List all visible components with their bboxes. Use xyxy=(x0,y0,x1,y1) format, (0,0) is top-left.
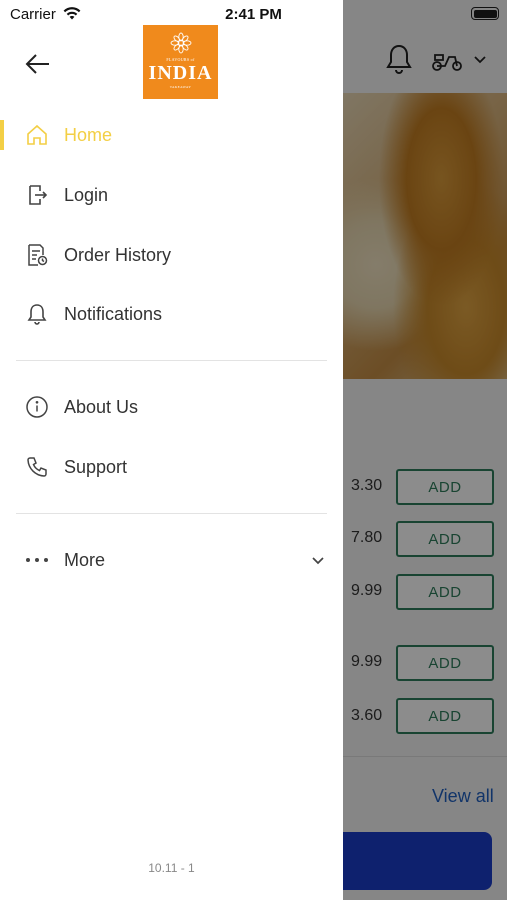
menu-item-more[interactable]: More xyxy=(0,535,343,585)
menu-item-notifications[interactable]: Notifications xyxy=(0,289,343,339)
menu-item-support[interactable]: Support xyxy=(0,442,343,492)
menu-label: Support xyxy=(64,456,128,477)
menu-label: More xyxy=(64,549,106,570)
menu-item-about-us[interactable]: About Us xyxy=(0,382,343,432)
menu-label: Notifications xyxy=(64,303,163,324)
restaurant-logo: FLAVOURS of INDIA TAKEAWAY xyxy=(143,25,218,99)
more-dots-icon xyxy=(24,547,50,573)
logo-title: INDIA xyxy=(148,62,213,84)
menu-item-order-history[interactable]: Order History xyxy=(0,230,343,280)
info-icon xyxy=(24,394,50,420)
back-button[interactable] xyxy=(22,48,54,80)
chevron-down-icon[interactable] xyxy=(309,551,327,569)
status-bar: Carrier 2:41 PM xyxy=(0,0,507,28)
menu-item-login[interactable]: Login xyxy=(0,170,343,220)
menu-item-home[interactable]: Home xyxy=(0,110,343,160)
mandala-icon xyxy=(170,32,191,54)
home-icon xyxy=(24,122,50,148)
menu-divider xyxy=(16,360,327,361)
navigation-drawer: FLAVOURS of INDIA TAKEAWAY Home Login Or… xyxy=(0,0,343,900)
bell-icon xyxy=(24,301,50,327)
battery-icon xyxy=(471,7,499,20)
menu-label: About Us xyxy=(64,396,139,417)
app-version: 10.11 - 1 xyxy=(148,861,195,875)
receipt-clock-icon xyxy=(24,242,50,268)
login-icon xyxy=(24,182,50,208)
menu-label: Order History xyxy=(64,244,172,265)
logo-subtitle: TAKEAWAY xyxy=(169,85,192,89)
menu-divider xyxy=(16,513,327,514)
phone-icon xyxy=(24,454,50,480)
arrow-left-icon xyxy=(25,54,49,74)
menu-label: Home xyxy=(64,124,113,145)
clock: 2:41 PM xyxy=(225,6,282,23)
menu-label: Login xyxy=(64,184,109,205)
